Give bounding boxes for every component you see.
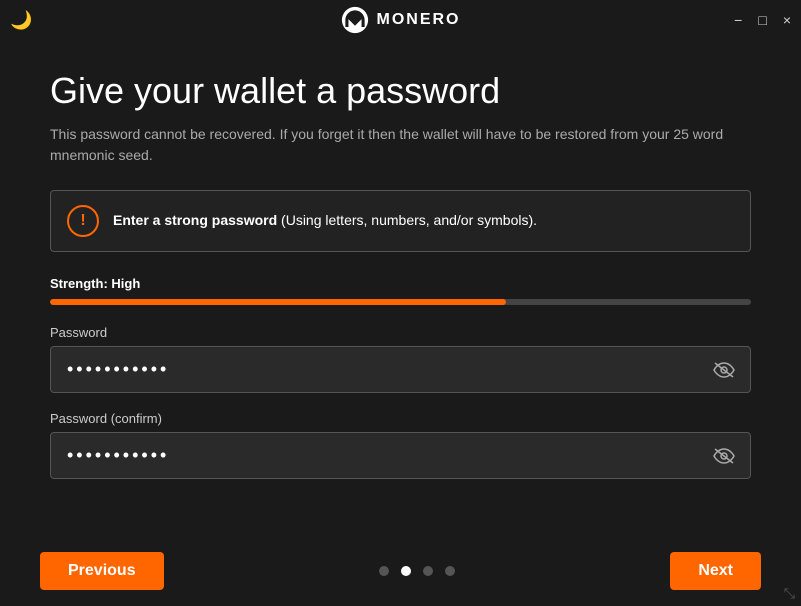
pagination-dots (379, 566, 455, 576)
title-bar: 🌙 MONERO − □ × (0, 0, 801, 40)
strength-bar-fill (50, 299, 506, 305)
confirm-password-field-section: Password (confirm) (50, 411, 751, 479)
strength-label: Strength: High (50, 276, 751, 291)
confirm-password-label: Password (confirm) (50, 411, 751, 426)
password-field-section: Password (50, 325, 751, 393)
strength-section: Strength: High (50, 276, 751, 305)
pagination-dot-3 (423, 566, 433, 576)
confirm-eye-icon (713, 447, 735, 465)
strength-bar-container (50, 299, 751, 305)
close-button[interactable]: × (783, 12, 791, 28)
title-bar-left: 🌙 (10, 10, 32, 31)
monero-logo-icon (341, 6, 369, 34)
main-content: Give your wallet a password This passwor… (0, 40, 801, 517)
password-label: Password (50, 325, 751, 340)
moon-icon[interactable]: 🌙 (10, 10, 32, 31)
alert-text-bold: Enter a strong password (113, 212, 277, 228)
next-button[interactable]: Next (670, 552, 761, 590)
pagination-dot-2 (401, 566, 411, 576)
bottom-navigation: Previous Next (0, 536, 801, 606)
app-title: MONERO (377, 11, 461, 29)
minimize-button[interactable]: − (734, 12, 742, 28)
title-bar-right: − □ × (734, 12, 791, 28)
alert-text: Enter a strong password (Using letters, … (113, 211, 537, 231)
confirm-password-visibility-toggle[interactable] (709, 443, 739, 469)
alert-box: ! Enter a strong password (Using letters… (50, 190, 751, 252)
maximize-button[interactable]: □ (758, 12, 766, 28)
pagination-dot-1 (379, 566, 389, 576)
eye-icon (713, 361, 735, 379)
page-title: Give your wallet a password (50, 70, 751, 112)
previous-button[interactable]: Previous (40, 552, 164, 590)
password-input-wrapper (50, 346, 751, 393)
pagination-dot-4 (445, 566, 455, 576)
password-input[interactable] (50, 346, 751, 393)
title-bar-center: MONERO (341, 6, 461, 34)
confirm-password-input-wrapper (50, 432, 751, 479)
alert-icon: ! (67, 205, 99, 237)
alert-text-normal: (Using letters, numbers, and/or symbols)… (277, 212, 537, 228)
page-description: This password cannot be recovered. If yo… (50, 124, 730, 166)
confirm-password-input[interactable] (50, 432, 751, 479)
password-visibility-toggle[interactable] (709, 357, 739, 383)
resize-handle[interactable]: ⤡ (784, 585, 795, 602)
